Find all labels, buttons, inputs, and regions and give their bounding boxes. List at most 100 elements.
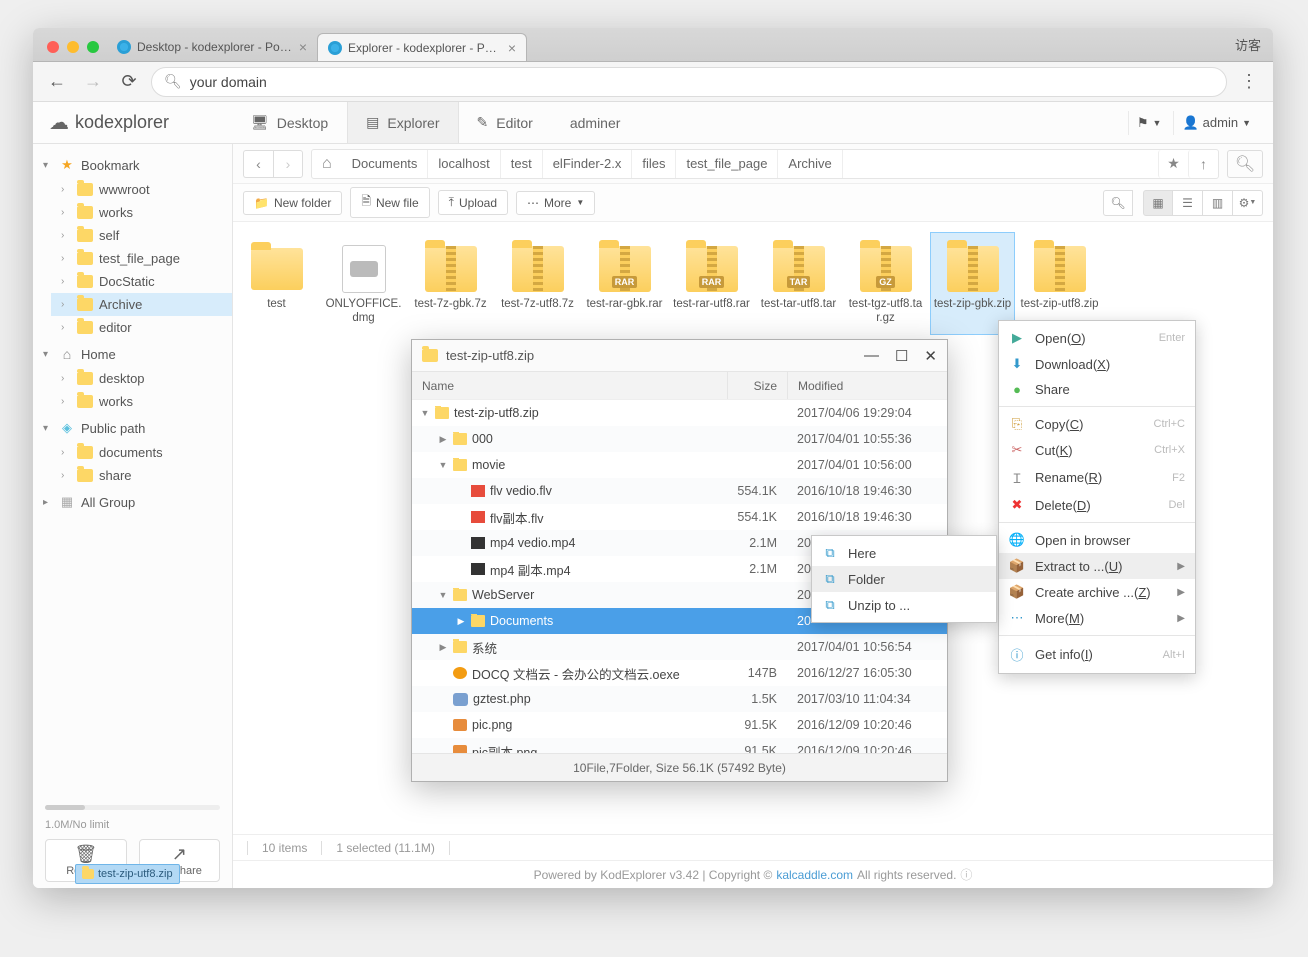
sidebar-allgroup[interactable]: ▸▦All Group bbox=[33, 489, 232, 515]
close-icon[interactable]: ✕ bbox=[924, 347, 937, 365]
col-size[interactable]: Size bbox=[727, 372, 787, 399]
file-item[interactable]: TARtest-tar-utf8.tar bbox=[756, 232, 841, 335]
view-list[interactable]: ☰ bbox=[1173, 190, 1203, 216]
tab-adminer[interactable]: adminer bbox=[552, 102, 640, 143]
address-bar[interactable]: 🔍︎ your domain bbox=[151, 67, 1227, 97]
ctx-open[interactable]: ▶Open(O)Enter bbox=[999, 325, 1195, 351]
close-tab-icon[interactable]: × bbox=[508, 40, 516, 56]
history-back[interactable]: ‹ bbox=[243, 150, 273, 178]
subctx-unzip[interactable]: ⧉Unzip to ... bbox=[812, 592, 996, 618]
ctx-extract[interactable]: 📦Extract to ...(U)▶ bbox=[999, 553, 1195, 579]
view-columns[interactable]: ▥ bbox=[1203, 190, 1233, 216]
favorite-button[interactable]: ★ bbox=[1158, 150, 1188, 178]
up-button[interactable]: ↑ bbox=[1188, 150, 1218, 178]
history-forward[interactable]: › bbox=[273, 150, 303, 178]
flag-menu[interactable]: ⚑▼ bbox=[1128, 111, 1170, 135]
breadcrumb-home-icon[interactable]: ⌂ bbox=[312, 155, 342, 173]
archive-row[interactable]: pic.png91.5K2016/12/09 10:20:46 bbox=[412, 712, 947, 738]
minimize-icon[interactable]: — bbox=[864, 347, 879, 365]
archive-row[interactable]: ▶0002017/04/01 10:55:36 bbox=[412, 426, 947, 452]
sidebar-bookmark-header[interactable]: ▾★Bookmark bbox=[33, 152, 232, 178]
sidebar-item[interactable]: ›editor bbox=[51, 316, 232, 339]
minimize-window-icon[interactable] bbox=[67, 41, 79, 53]
logo[interactable]: ☁ kodexplorer bbox=[33, 110, 233, 135]
sidebar-item[interactable]: ›wwwroot bbox=[51, 178, 232, 201]
file-item[interactable]: RARtest-rar-gbk.rar bbox=[582, 232, 667, 335]
ctx-rename[interactable]: ­ＩRename(R)F2 bbox=[999, 463, 1195, 492]
archive-row[interactable]: flv vedio.flv554.1K2016/10/18 19:46:30 bbox=[412, 478, 947, 504]
breadcrumb-item[interactable]: files bbox=[632, 150, 676, 178]
close-tab-icon[interactable]: × bbox=[299, 39, 307, 55]
reload-button[interactable]: ⟳ bbox=[115, 68, 143, 96]
file-item[interactable]: GZtest-tgz-utf8.tar.gz bbox=[843, 232, 928, 335]
sidebar-item[interactable]: ›self bbox=[51, 224, 232, 247]
ctx-download[interactable]: ⬇Download(X) bbox=[999, 351, 1195, 377]
col-name[interactable]: Name bbox=[412, 379, 727, 393]
sidebar-item[interactable]: ›share bbox=[51, 464, 232, 487]
archive-row[interactable]: pic副本.png91.5K2016/12/09 10:20:46 bbox=[412, 738, 947, 753]
sidebar-item[interactable]: ›test_file_page bbox=[51, 247, 232, 270]
ctx-getinfo[interactable]: ⓘGet info(I)Alt+I bbox=[999, 640, 1195, 669]
browser-tab-active[interactable]: Explorer - kodexplorer - Powe × bbox=[317, 33, 527, 61]
back-button[interactable]: ← bbox=[43, 68, 71, 96]
tab-explorer[interactable]: ▤Explorer bbox=[347, 102, 458, 143]
archive-row[interactable]: DOCQ 文档云 - 会办公的文档云.oexe147B2016/12/27 16… bbox=[412, 660, 947, 686]
sidebar-item[interactable]: ›works bbox=[51, 390, 232, 413]
more-button[interactable]: ⋯More▼ bbox=[516, 191, 595, 215]
ctx-share[interactable]: ●Share bbox=[999, 377, 1195, 402]
search-toggle[interactable]: 🔍︎ bbox=[1103, 190, 1133, 216]
sidebar-home-header[interactable]: ▾⌂Home bbox=[33, 341, 232, 367]
breadcrumb-item[interactable]: test bbox=[501, 150, 543, 178]
archive-row[interactable]: ▼test-zip-utf8.zip2017/04/06 19:29:04 bbox=[412, 400, 947, 426]
subctx-folder[interactable]: ⧉Folder bbox=[812, 566, 996, 592]
file-item[interactable]: ONLYOFFICE.dmg bbox=[321, 232, 406, 335]
archive-row[interactable]: ▼movie2017/04/01 10:56:00 bbox=[412, 452, 947, 478]
breadcrumb-item[interactable]: elFinder-2.x bbox=[543, 150, 633, 178]
archive-row[interactable]: ▶系统2017/04/01 10:56:54 bbox=[412, 634, 947, 660]
browser-tab[interactable]: Desktop - kodexplorer - Powe × bbox=[107, 33, 317, 61]
archive-row[interactable]: flv副本.flv554.1K2016/10/18 19:46:30 bbox=[412, 504, 947, 530]
user-menu[interactable]: 👤admin▼ bbox=[1173, 111, 1259, 135]
ctx-cut[interactable]: ✂Cut(K)Ctrl+X bbox=[999, 437, 1195, 463]
view-settings[interactable]: ⚙▼ bbox=[1233, 190, 1263, 216]
taskbar-item[interactable]: test-zip-utf8.zip bbox=[75, 864, 180, 884]
maximize-icon[interactable]: ☐ bbox=[895, 347, 908, 365]
sidebar-item[interactable]: ›desktop bbox=[51, 367, 232, 390]
browser-menu-button[interactable]: ⋮ bbox=[1235, 71, 1263, 92]
file-item[interactable]: test-7z-utf8.7z bbox=[495, 232, 580, 335]
ctx-delete[interactable]: ✖Delete(D)Del bbox=[999, 492, 1195, 518]
sidebar-item[interactable]: ›Archive bbox=[51, 293, 232, 316]
subctx-here[interactable]: ⧉Here bbox=[812, 540, 996, 566]
sidebar-public-header[interactable]: ▾◈Public path bbox=[33, 415, 232, 441]
breadcrumb-item[interactable]: test_file_page bbox=[676, 150, 778, 178]
breadcrumb-item[interactable]: Archive bbox=[778, 150, 842, 178]
info-icon[interactable]: ⓘ bbox=[960, 866, 972, 883]
copyright-link[interactable]: kalcaddle.com bbox=[776, 868, 853, 882]
breadcrumb-item[interactable]: Documents bbox=[342, 150, 429, 178]
upload-button[interactable]: ⤒Upload bbox=[438, 190, 508, 215]
breadcrumb-item[interactable]: localhost bbox=[428, 150, 500, 178]
forward-button[interactable]: → bbox=[79, 68, 107, 96]
view-grid[interactable]: ▦ bbox=[1143, 190, 1173, 216]
file-item[interactable]: test-7z-gbk.7z bbox=[408, 232, 493, 335]
ctx-copy[interactable]: ⎘Copy(C)Ctrl+C bbox=[999, 411, 1195, 437]
archive-row[interactable]: gztest.php1.5K2017/03/10 11:04:34 bbox=[412, 686, 947, 712]
ctx-archive[interactable]: 📦Create archive ...(Z)▶ bbox=[999, 579, 1195, 605]
ctx-more[interactable]: ⋯More(M)▶ bbox=[999, 605, 1195, 631]
sidebar-item[interactable]: ›DocStatic bbox=[51, 270, 232, 293]
window-controls[interactable] bbox=[41, 41, 107, 61]
search-button[interactable]: 🔍︎ bbox=[1227, 150, 1263, 178]
new-folder-button[interactable]: 📁New folder bbox=[243, 191, 342, 215]
tab-editor[interactable]: ✎Editor bbox=[459, 102, 552, 143]
ctx-open-browser[interactable]: 🌐Open in browser bbox=[999, 527, 1195, 553]
col-modified[interactable]: Modified bbox=[787, 372, 947, 399]
sidebar-item[interactable]: ›documents bbox=[51, 441, 232, 464]
tab-desktop[interactable]: 🖥Desktop bbox=[233, 102, 347, 143]
sidebar-item[interactable]: ›works bbox=[51, 201, 232, 224]
maximize-window-icon[interactable] bbox=[87, 41, 99, 53]
breadcrumb[interactable]: ⌂ DocumentslocalhosttestelFinder-2.xfile… bbox=[311, 149, 1219, 179]
file-item[interactable]: RARtest-rar-utf8.rar bbox=[669, 232, 754, 335]
new-file-button[interactable]: 🗎New file bbox=[350, 187, 429, 218]
close-window-icon[interactable] bbox=[47, 41, 59, 53]
file-item[interactable]: test bbox=[234, 232, 319, 335]
